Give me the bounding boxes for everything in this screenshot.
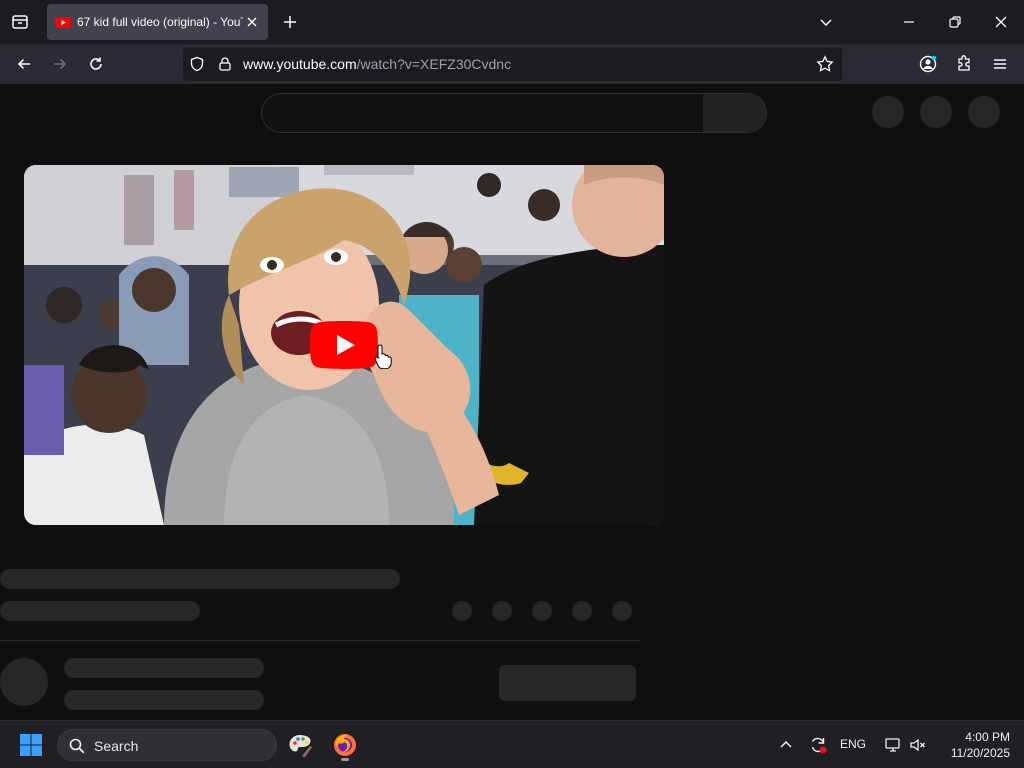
input-language[interactable]: ENG bbox=[840, 737, 866, 751]
windows-taskbar: Search ENG 4:00 PM 11/20/2025 bbox=[0, 720, 1024, 768]
restore-button[interactable] bbox=[939, 6, 971, 38]
youtube-watch-page bbox=[0, 84, 1024, 720]
restore-icon bbox=[949, 16, 961, 28]
sync-status-icon[interactable] bbox=[806, 733, 830, 757]
url-path: /watch?v=XEFZ30Cvdnc bbox=[356, 56, 512, 72]
account-button[interactable] bbox=[914, 50, 942, 78]
close-icon[interactable] bbox=[244, 14, 260, 30]
lock-icon[interactable] bbox=[216, 55, 234, 73]
clock-time: 4:00 PM bbox=[965, 730, 1010, 744]
show-hidden-icons-button[interactable] bbox=[774, 733, 798, 757]
firefox-button[interactable] bbox=[328, 729, 362, 761]
hand-cursor-icon bbox=[374, 343, 394, 369]
extensions-button[interactable] bbox=[950, 50, 978, 78]
new-tab-button[interactable] bbox=[278, 10, 302, 34]
url-text[interactable]: www.youtube.com/watch?v=XEFZ30Cvdnc bbox=[243, 56, 511, 72]
system-clock[interactable]: 4:00 PM 11/20/2025 bbox=[938, 729, 1010, 761]
action-skeleton bbox=[452, 601, 472, 621]
reload-button[interactable] bbox=[82, 50, 110, 78]
back-button[interactable] bbox=[10, 50, 38, 78]
play-button[interactable] bbox=[310, 321, 378, 369]
forward-button[interactable] bbox=[46, 50, 74, 78]
volume-muted-icon[interactable] bbox=[906, 733, 930, 757]
windows-logo-icon bbox=[20, 734, 42, 756]
action-skeleton bbox=[532, 601, 552, 621]
youtube-favicon-icon bbox=[55, 14, 71, 30]
account-icon bbox=[919, 55, 937, 73]
browser-tab-bar: 67 kid full video (original) - YouTube bbox=[0, 0, 1024, 44]
paint-app-button[interactable] bbox=[283, 729, 317, 761]
search-button-skeleton bbox=[703, 94, 766, 132]
chevron-up-icon bbox=[780, 740, 792, 748]
title-skeleton bbox=[0, 569, 400, 589]
running-indicator bbox=[341, 758, 349, 761]
taskbar-search-box[interactable]: Search bbox=[57, 729, 277, 761]
action-skeleton bbox=[612, 601, 632, 621]
close-icon bbox=[995, 16, 1007, 28]
meta-skeleton bbox=[0, 601, 200, 621]
url-bar[interactable]: www.youtube.com/watch?v=XEFZ30Cvdnc bbox=[183, 47, 842, 81]
forward-arrow-icon bbox=[54, 58, 67, 70]
url-host: www.youtube.com bbox=[243, 56, 357, 72]
tab-list-icon[interactable] bbox=[6, 8, 34, 36]
reload-icon bbox=[90, 57, 102, 70]
minimize-icon bbox=[904, 21, 914, 23]
search-icon bbox=[69, 738, 85, 754]
channel-subs-skeleton bbox=[64, 690, 264, 710]
header-icon-skeleton bbox=[872, 96, 904, 128]
app-menu-button[interactable] bbox=[986, 50, 1014, 78]
paint-app-icon bbox=[289, 735, 312, 758]
tab-title: 67 kid full video (original) - YouTube bbox=[77, 15, 243, 29]
video-player[interactable] bbox=[24, 165, 664, 525]
subscribe-button-skeleton bbox=[499, 665, 636, 701]
minimize-button[interactable] bbox=[893, 6, 925, 38]
back-arrow-icon bbox=[17, 58, 30, 70]
channel-name-skeleton bbox=[64, 658, 264, 678]
extensions-icon bbox=[958, 55, 970, 71]
chevron-down-icon bbox=[820, 19, 832, 27]
clock-date: 11/20/2025 bbox=[950, 746, 1010, 760]
channel-avatar-skeleton bbox=[0, 658, 48, 706]
firefox-icon bbox=[334, 734, 356, 756]
header-icon-skeleton bbox=[968, 96, 1000, 128]
start-button[interactable] bbox=[16, 731, 46, 759]
search-bar-skeleton bbox=[261, 93, 767, 133]
taskbar-search-label: Search bbox=[94, 738, 139, 754]
menu-icon bbox=[994, 59, 1006, 69]
browser-tab-active[interactable]: 67 kid full video (original) - YouTube bbox=[47, 4, 268, 40]
play-icon bbox=[310, 321, 378, 369]
divider bbox=[0, 640, 640, 641]
shield-icon[interactable] bbox=[188, 55, 206, 73]
action-skeleton bbox=[492, 601, 512, 621]
browser-nav-bar: www.youtube.com/watch?v=XEFZ30Cvdnc bbox=[0, 44, 1024, 84]
plus-icon bbox=[284, 16, 296, 28]
action-skeleton bbox=[572, 601, 592, 621]
header-icon-skeleton bbox=[920, 96, 952, 128]
network-icon[interactable] bbox=[881, 733, 905, 757]
close-window-button[interactable] bbox=[985, 6, 1017, 38]
star-icon[interactable] bbox=[816, 55, 834, 73]
list-all-tabs-button[interactable] bbox=[814, 10, 838, 34]
